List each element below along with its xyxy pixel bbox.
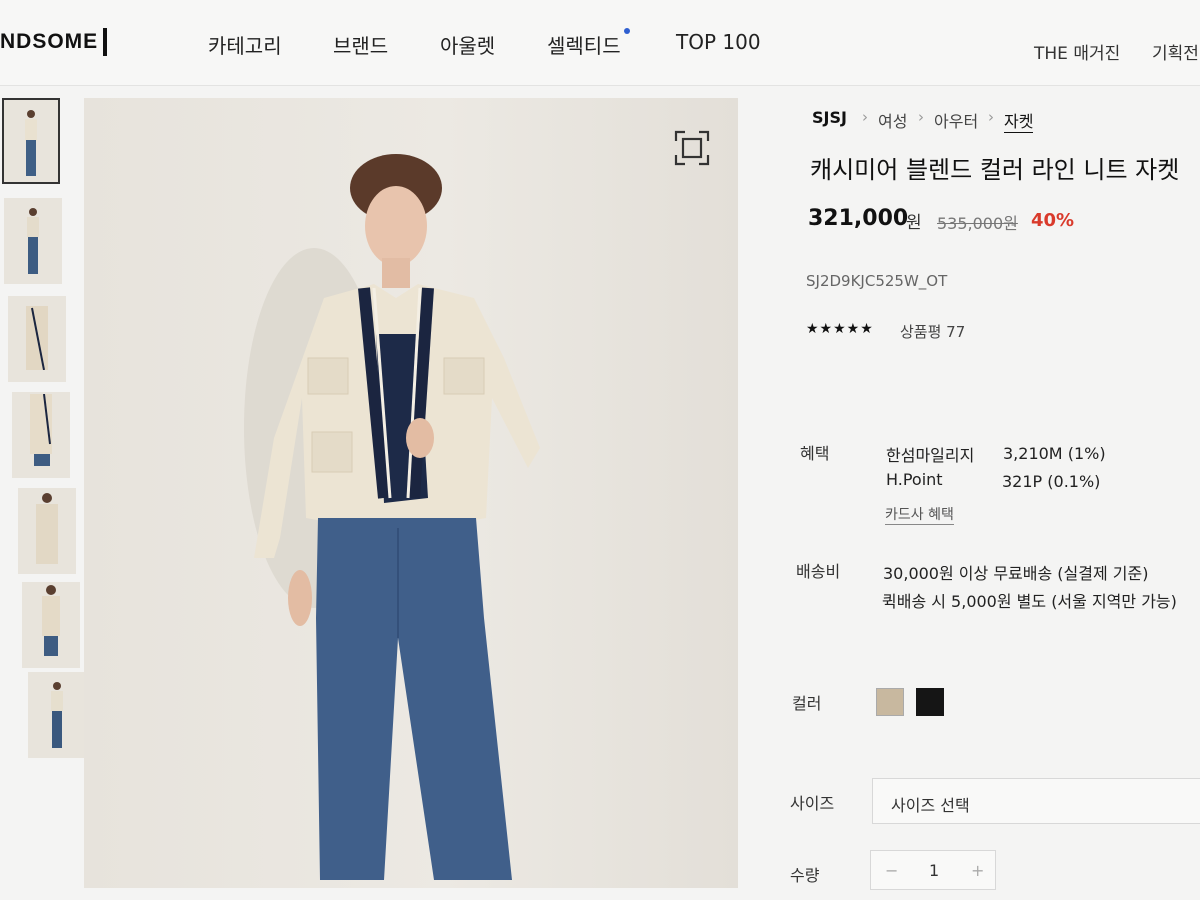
benefits-label: 혜택	[800, 444, 830, 463]
quantity-plus-button[interactable]: +	[971, 861, 984, 880]
model-thumb-image	[25, 110, 37, 176]
mileage-name: 한섬마일리지	[886, 446, 975, 465]
discount-rate: 40%	[1031, 210, 1075, 231]
back-thumb-image	[36, 493, 58, 564]
original-price: 535,000원	[937, 214, 1018, 233]
breadcrumb-women[interactable]: 여성	[878, 108, 907, 132]
model-thumb-image	[27, 208, 39, 274]
quantity-label: 수량	[790, 866, 820, 885]
nav-category[interactable]: 카테고리	[208, 30, 282, 59]
product-code: SJ2D9KJC525W_OT	[806, 272, 948, 290]
quantity-minus-button[interactable]: −	[885, 861, 898, 880]
nav-selected[interactable]: 셀렉티드	[547, 28, 630, 59]
rating-stars-icon: ★★★★★	[806, 321, 874, 337]
logo[interactable]: NDSOME	[0, 30, 98, 54]
thumbnail-3[interactable]	[8, 296, 66, 382]
thumbnail-4[interactable]	[12, 392, 70, 478]
side-thumb-image	[42, 585, 60, 656]
breadcrumb-brand[interactable]: SJSJ	[812, 108, 847, 127]
model-thumb-image	[51, 682, 63, 748]
nav-exhibition[interactable]: 기획전	[1152, 39, 1199, 64]
quantity-stepper[interactable]: − 1 +	[870, 850, 996, 890]
breadcrumb-chevron-icon: ›	[918, 108, 924, 126]
breadcrumb-chevron-icon: ›	[862, 108, 868, 126]
logo-divider	[103, 28, 107, 56]
hpoint-name: H.Point	[886, 470, 943, 489]
detail-thumb-image	[26, 306, 48, 370]
sale-price: 321,000	[808, 206, 909, 231]
breadcrumb-outer[interactable]: 아우터	[934, 108, 978, 132]
size-select[interactable]: 사이즈 선택	[872, 778, 1200, 824]
thumbnail-6[interactable]	[22, 582, 80, 668]
shipping-free-text: 30,000원 이상 무료배송 (실결제 기준)	[883, 564, 1149, 583]
thumbnail-1[interactable]	[2, 98, 60, 184]
nav-selected-label: 셀렉티드	[547, 34, 621, 58]
mileage-value: 3,210M (1%)	[1003, 444, 1106, 463]
review-count-link[interactable]: 상품평 77	[900, 321, 965, 342]
size-label: 사이즈	[790, 794, 835, 813]
product-main-image[interactable]	[84, 98, 738, 888]
nav-top100[interactable]: TOP 100	[676, 30, 761, 54]
nav-outlet[interactable]: 아울렛	[440, 30, 495, 59]
model-photo	[244, 154, 540, 880]
nav-brand[interactable]: 브랜드	[333, 30, 388, 59]
shipping-quick-text: 퀵배송 시 5,000원 별도 (서울 지역만 가능)	[882, 592, 1177, 611]
quantity-value[interactable]: 1	[929, 861, 939, 880]
thumbnail-5[interactable]	[18, 488, 76, 574]
product-info-panel: SJSJ › 여성 › 아우터 › 자켓 캐시미어 블렌드 컬러 라인 니트 자…	[790, 98, 1200, 900]
product-title: 캐시미어 블렌드 컬러 라인 니트 자켓	[810, 156, 1180, 184]
shipping-label: 배송비	[796, 562, 841, 581]
site-header: NDSOME 카테고리 브랜드 아울렛 셀렉티드 TOP 100 THE 매거진…	[0, 0, 1200, 86]
color-swatch-beige[interactable]	[876, 688, 904, 716]
new-dot-icon	[623, 28, 630, 34]
detail-thumb-image	[30, 394, 52, 466]
color-label: 컬러	[792, 694, 822, 713]
hpoint-value: 321P (0.1%)	[1002, 472, 1101, 491]
thumbnail-2[interactable]	[4, 198, 62, 284]
card-benefits-link[interactable]: 카드사 혜택	[885, 504, 954, 525]
color-swatch-black[interactable]	[916, 688, 944, 716]
breadcrumb-chevron-icon: ›	[988, 108, 994, 126]
breadcrumb-jacket[interactable]: 자켓	[1004, 108, 1034, 133]
price-currency: 원	[906, 213, 922, 233]
thumbnail-7[interactable]	[28, 672, 86, 758]
nav-magazine[interactable]: THE 매거진	[1034, 39, 1120, 64]
fullscreen-icon[interactable]	[674, 130, 710, 166]
